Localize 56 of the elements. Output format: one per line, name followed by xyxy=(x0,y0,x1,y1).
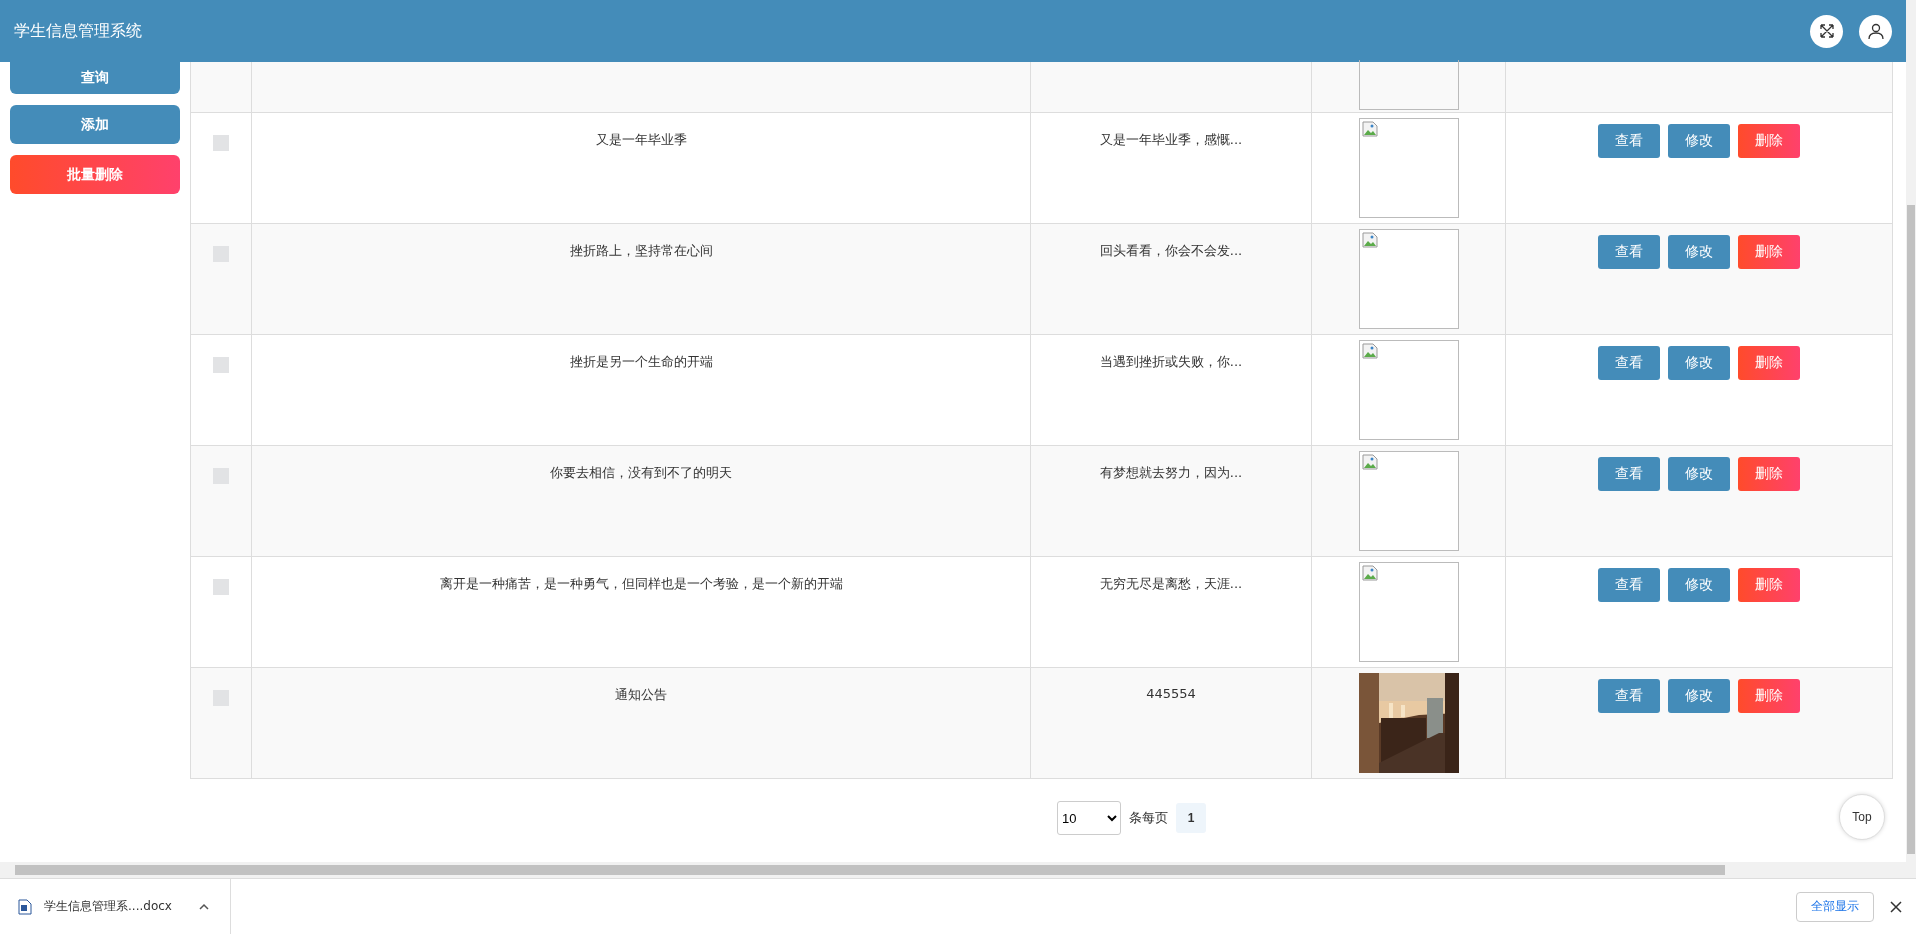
user-icon xyxy=(1866,22,1885,40)
action-button[interactable]: 修改 xyxy=(1668,679,1730,713)
action-button[interactable]: 删除 xyxy=(1738,235,1800,269)
action-button[interactable]: 删除 xyxy=(1738,124,1800,158)
action-button[interactable]: 查看 xyxy=(1598,679,1660,713)
table-cell: 离开是一种痛苦，是一种勇气，但同样也是一个考验，是一个新的开端 xyxy=(439,575,843,593)
action-button[interactable]: 查看 xyxy=(1598,124,1660,158)
broken-image-icon xyxy=(1361,565,1378,581)
per-page-label: 条每页 xyxy=(1129,809,1168,827)
table-cell: 有梦想就去努力，因为... xyxy=(1099,464,1243,482)
action-button[interactable]: 查看 xyxy=(1598,346,1660,380)
page-size-select[interactable]: 10 xyxy=(1057,801,1121,835)
table-cell: 回头看看，你会不会发... xyxy=(1099,242,1243,260)
action-button[interactable]: 修改 xyxy=(1668,568,1730,602)
action-button[interactable]: 查看 xyxy=(1598,235,1660,269)
app-title: 学生信息管理系统 xyxy=(14,20,143,42)
action-button[interactable]: 查看 xyxy=(1598,568,1660,602)
fullscreen-button[interactable] xyxy=(1810,14,1843,48)
back-to-top-button[interactable]: Top xyxy=(1839,794,1885,840)
action-button[interactable]: 修改 xyxy=(1668,235,1730,269)
action-button[interactable]: 查看 xyxy=(1598,457,1660,491)
action-button[interactable]: 修改 xyxy=(1668,124,1730,158)
table-cell: 445554 xyxy=(1146,686,1196,701)
sidebar-button[interactable]: 添加 xyxy=(10,105,180,144)
row-checkbox[interactable] xyxy=(213,579,229,595)
broken-image-icon xyxy=(1361,232,1378,248)
table-cell: 挫折是另一个生命的开端 xyxy=(569,353,713,371)
action-button[interactable]: 删除 xyxy=(1738,346,1800,380)
table-cell: 你要去相信，没有到不了的明天 xyxy=(550,464,732,482)
table-cell: 通知公告 xyxy=(615,686,667,704)
show-all-button[interactable]: 全部显示 xyxy=(1796,891,1874,922)
page-number[interactable]: 1 xyxy=(1176,803,1206,833)
action-button[interactable]: 删除 xyxy=(1738,457,1800,491)
action-button[interactable]: 修改 xyxy=(1668,457,1730,491)
table-cell: 又是一年毕业季，感慨... xyxy=(1099,131,1243,149)
user-button[interactable] xyxy=(1859,14,1892,48)
broken-image-icon xyxy=(1361,121,1378,137)
row-checkbox[interactable] xyxy=(213,135,229,151)
horizontal-scrollbar[interactable] xyxy=(0,862,1916,878)
action-button[interactable]: 修改 xyxy=(1668,346,1730,380)
download-file-name[interactable]: 学生信息管理系....docx xyxy=(44,898,172,915)
row-checkbox[interactable] xyxy=(213,357,229,373)
sidebar-button[interactable]: 查询 xyxy=(10,62,180,94)
broken-image-icon xyxy=(1361,454,1378,470)
action-button[interactable]: 删除 xyxy=(1738,679,1800,713)
action-button[interactable]: 删除 xyxy=(1738,568,1800,602)
table-cell: 无穷无尽是离愁，天涯... xyxy=(1099,575,1243,593)
table-cell: 挫折路上，坚持常在心间 xyxy=(569,242,713,260)
table-cell: 又是一年毕业季 xyxy=(595,131,687,149)
sidebar-button[interactable]: 批量删除 xyxy=(10,155,180,194)
close-icon[interactable] xyxy=(1890,900,1902,913)
vertical-scrollbar[interactable] xyxy=(1906,0,1916,862)
expand-icon xyxy=(1818,23,1835,39)
document-icon xyxy=(18,898,32,915)
table-cell: 当遇到挫折或失败，你... xyxy=(1099,353,1243,371)
broken-image-icon xyxy=(1361,343,1378,359)
